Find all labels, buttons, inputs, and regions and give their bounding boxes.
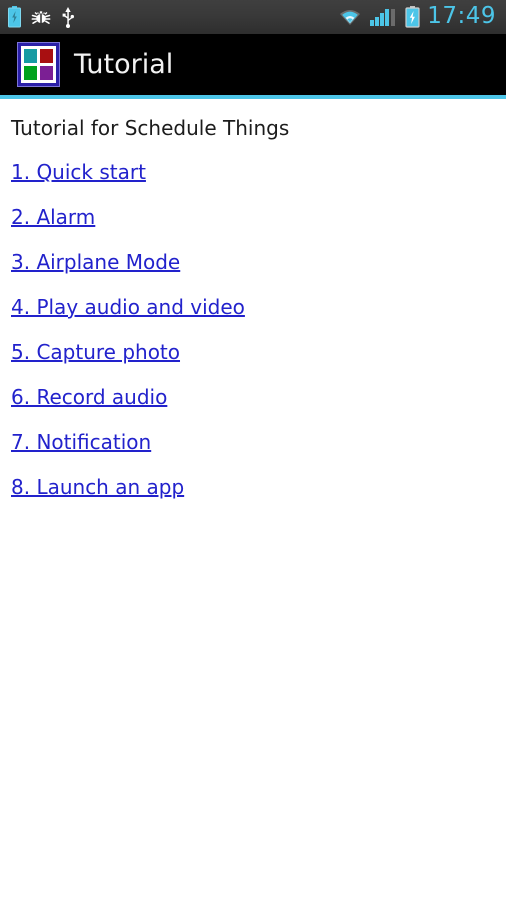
status-bar: 17:49	[0, 0, 506, 34]
tutorial-link-launch-an-app[interactable]: 8. Launch an app	[11, 477, 184, 497]
wifi-icon	[337, 7, 363, 27]
schedule-things-app-icon[interactable]	[17, 42, 60, 87]
tutorial-link-notification[interactable]: 7. Notification	[11, 432, 151, 452]
app-icon-tile-red	[40, 49, 53, 63]
list-item: 6. Record audio	[11, 387, 506, 407]
android-debug-bug-icon	[31, 8, 51, 26]
tutorial-link-quick-start[interactable]: 1. Quick start	[11, 162, 146, 182]
action-bar: Tutorial	[0, 34, 506, 95]
tutorial-link-list: 1. Quick start 2. Alarm 3. Airplane Mode…	[11, 162, 506, 497]
list-item: 8. Launch an app	[11, 477, 506, 497]
tutorial-link-airplane-mode[interactable]: 3. Airplane Mode	[11, 252, 180, 272]
tutorial-link-alarm[interactable]: 2. Alarm	[11, 207, 95, 227]
list-item: 5. Capture photo	[11, 342, 506, 362]
list-item: 7. Notification	[11, 432, 506, 452]
tutorial-link-play-audio-video[interactable]: 4. Play audio and video	[11, 297, 245, 317]
list-item: 3. Airplane Mode	[11, 252, 506, 272]
app-icon-tile-green	[24, 66, 37, 80]
status-bar-right-icons: 17:49	[337, 2, 496, 30]
action-bar-title: Tutorial	[74, 49, 174, 80]
list-item: 1. Quick start	[11, 162, 506, 182]
battery-charging-icon	[8, 6, 21, 28]
app-icon-tile-purple	[40, 66, 53, 80]
page-title: Tutorial for Schedule Things	[11, 116, 290, 140]
status-bar-clock: 17:49	[427, 2, 496, 29]
status-bar-left-icons	[8, 6, 75, 28]
app-icon-tile-teal	[24, 49, 37, 63]
list-item: 2. Alarm	[11, 207, 506, 227]
list-item: 4. Play audio and video	[11, 297, 506, 317]
cellular-signal-icon	[370, 7, 398, 27]
tutorial-link-record-audio[interactable]: 6. Record audio	[11, 387, 167, 407]
battery-charging-icon	[405, 6, 420, 28]
usb-icon	[61, 6, 75, 28]
content-area: Tutorial for Schedule Things 1. Quick st…	[0, 99, 506, 900]
tutorial-link-capture-photo[interactable]: 5. Capture photo	[11, 342, 180, 362]
app-icon-tiles	[21, 46, 56, 83]
